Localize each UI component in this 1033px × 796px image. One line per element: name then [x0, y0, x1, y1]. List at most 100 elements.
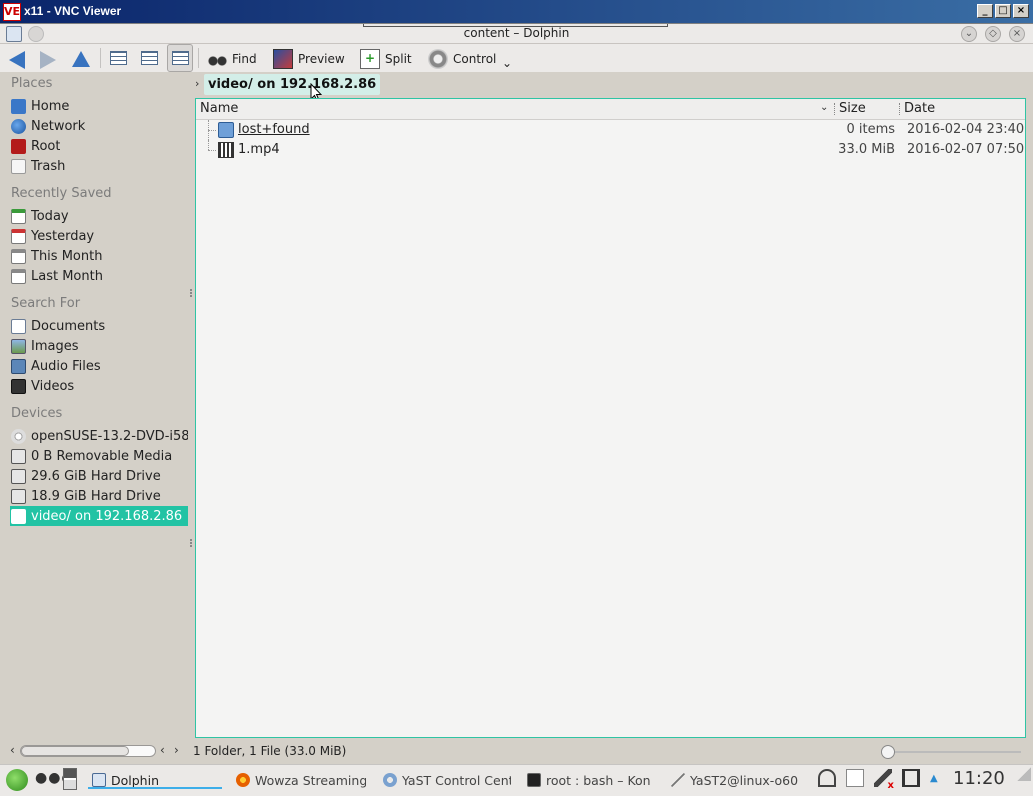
hard-drive-icon	[11, 468, 26, 484]
place-root[interactable]: Root	[10, 136, 188, 156]
details-view-button[interactable]	[167, 44, 193, 72]
terminal-icon	[527, 773, 541, 787]
window-maximize-button[interactable]: ◇	[985, 26, 1001, 42]
control-label: Control	[453, 52, 497, 66]
clipboard-icon[interactable]	[846, 769, 864, 787]
place-documents[interactable]: Documents	[10, 316, 188, 336]
vnc-close-button[interactable]: ×	[1013, 4, 1029, 18]
place-last-month[interactable]: Last Month	[10, 266, 188, 286]
column-separator[interactable]	[834, 103, 836, 115]
tree-branch	[208, 130, 216, 131]
place-today[interactable]: Today	[10, 206, 188, 226]
column-size[interactable]: Size	[839, 101, 866, 116]
place-yesterday-label: Yesterday	[31, 228, 95, 244]
up-button[interactable]	[72, 46, 90, 72]
task-firefox[interactable]: Wowza Streaming	[236, 769, 366, 791]
place-this-month[interactable]: This Month	[10, 246, 188, 266]
split-button[interactable]: + Split	[360, 46, 412, 72]
file-row[interactable]: lost+found 0 items 2016-02-04 23:40	[196, 120, 1025, 140]
video-file-icon	[218, 142, 234, 158]
place-audio[interactable]: Audio Files	[10, 356, 188, 376]
place-home[interactable]: Home	[10, 96, 188, 116]
device-hard-drive-2[interactable]: 18.9 GiB Hard Drive	[10, 486, 188, 506]
device-video-share[interactable]: video/ on 192.168.2.86	[10, 506, 188, 526]
zoom-slider-handle[interactable]	[881, 745, 895, 759]
optical-disc-icon	[11, 428, 26, 444]
vnc-minimize-button[interactable]: _	[977, 4, 993, 18]
control-button[interactable]: Control	[428, 46, 496, 72]
forward-button[interactable]	[40, 46, 56, 72]
panel-resize-grip[interactable]	[190, 289, 192, 297]
place-this-month-label: This Month	[31, 248, 103, 264]
vnc-logo-icon: VE	[3, 3, 21, 21]
back-button[interactable]	[9, 46, 25, 72]
scissors-icon[interactable]	[818, 769, 836, 787]
gear-icon	[428, 49, 448, 69]
search-for-heading: Search For	[11, 296, 81, 311]
back-arrow-icon	[9, 50, 25, 69]
places-horizontal-scrollbar[interactable]: ‹ ‹ ›	[8, 743, 186, 758]
scroll-left-icon[interactable]: ‹	[10, 743, 15, 757]
icons-view-button[interactable]	[105, 44, 131, 72]
clock[interactable]: 11:20	[953, 768, 1005, 789]
sort-chevron-icon[interactable]: ⌄	[820, 102, 828, 113]
task-yast2-label: YaST2@linux-o60	[690, 772, 799, 788]
taskbar: ●●● Dolphin Wowza Streaming YaST Control…	[0, 764, 1033, 796]
panel-resize-grip[interactable]	[190, 539, 192, 547]
scroll-right-icon[interactable]: ›	[174, 743, 179, 757]
place-videos[interactable]: Videos	[10, 376, 188, 396]
window-close-button[interactable]: ×	[1009, 26, 1025, 42]
window-minimize-button[interactable]: ⌄	[961, 26, 977, 42]
place-network[interactable]: Network	[10, 116, 188, 136]
column-name[interactable]: Name	[200, 101, 238, 116]
place-yesterday[interactable]: Yesterday	[10, 226, 188, 246]
file-row[interactable]: 1.mp4 33.0 MiB 2016-02-07 07:50	[196, 140, 1025, 160]
compact-view-icon	[140, 51, 158, 65]
task-yast-label: YaST Control Cent	[402, 772, 511, 788]
file-name[interactable]: 1.mp4	[238, 142, 280, 157]
device-dvd-label: openSUSE-13.2-DVD-i586	[31, 428, 188, 444]
scroll-left-icon[interactable]: ‹	[160, 743, 165, 757]
task-terminal[interactable]: root : bash – Kon	[527, 769, 655, 791]
scroll-thumb[interactable]	[21, 746, 129, 756]
file-size: 33.0 MiB	[838, 142, 895, 157]
task-yast2[interactable]: YaST2@linux-o60	[671, 769, 801, 791]
place-images[interactable]: Images	[10, 336, 188, 356]
preview-button[interactable]: Preview	[273, 46, 345, 72]
network-disconnected-icon[interactable]	[874, 769, 894, 791]
device-hard-drive-1[interactable]: 29.6 GiB Hard Drive	[10, 466, 188, 486]
application-launcher-icon[interactable]	[6, 769, 28, 791]
toolbar-overflow-button[interactable]: ⌄	[502, 50, 512, 76]
tray-expand-icon[interactable]: ▲	[930, 773, 938, 784]
column-date[interactable]: Date	[904, 101, 935, 116]
panel-corner[interactable]	[1017, 767, 1031, 781]
window-title: content – Dolphin	[463, 26, 570, 40]
file-name[interactable]: lost+found	[238, 122, 310, 137]
breadcrumb-arrow-icon[interactable]: ›	[195, 77, 199, 90]
device-hard-drive-1-label: 29.6 GiB Hard Drive	[31, 468, 161, 484]
yast-icon	[383, 773, 397, 787]
find-button[interactable]: Find	[207, 46, 257, 72]
forward-arrow-icon	[40, 50, 56, 69]
device-dvd[interactable]: openSUSE-13.2-DVD-i586	[10, 426, 188, 446]
compact-view-button[interactable]	[136, 44, 162, 72]
place-documents-label: Documents	[31, 318, 106, 334]
icons-view-icon	[109, 51, 127, 65]
place-trash[interactable]: Trash	[10, 156, 188, 176]
file-view[interactable]: Name ⌄ Size Date lost+found 0 items 2016…	[195, 98, 1026, 738]
zoom-slider-track[interactable]	[881, 751, 1021, 753]
vnc-maximize-button[interactable]: □	[995, 4, 1011, 18]
tree-line	[208, 140, 218, 150]
places-heading: Places	[11, 76, 53, 91]
split-icon: +	[360, 49, 380, 69]
column-separator[interactable]	[899, 103, 901, 115]
image-icon	[11, 338, 26, 354]
breadcrumb-location[interactable]: video/ on 192.168.2.86	[204, 74, 381, 95]
recently-saved-heading: Recently Saved	[11, 186, 112, 201]
vnc-titlebar: VE x11 - VNC Viewer _ □ ×	[0, 0, 1033, 24]
task-yast-control-center[interactable]: YaST Control Cent	[383, 769, 511, 791]
device-notifier-icon[interactable]	[902, 769, 920, 787]
desktop-pager[interactable]	[63, 768, 77, 790]
trash-icon	[11, 158, 26, 174]
device-removable[interactable]: 0 B Removable Media	[10, 446, 188, 466]
